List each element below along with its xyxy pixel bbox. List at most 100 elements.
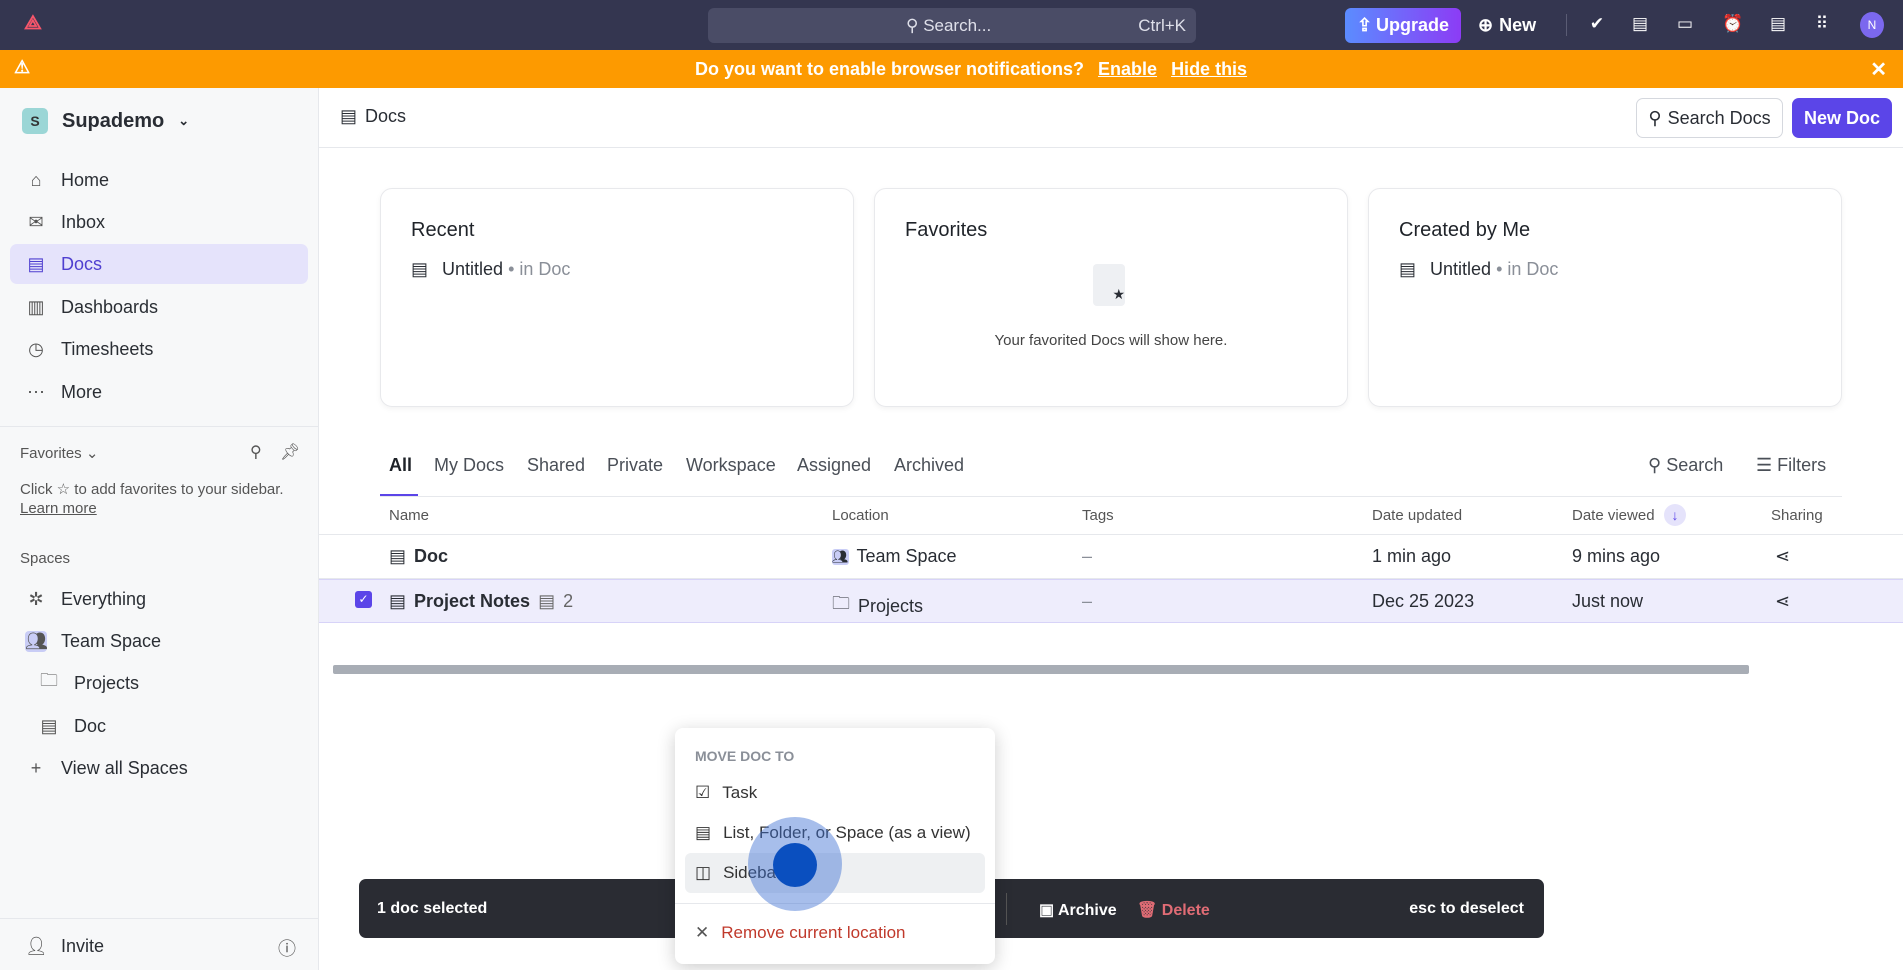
sidebar-item-more[interactable]: ⋯ More: [10, 372, 308, 412]
tab-workspace[interactable]: Workspace: [686, 455, 776, 476]
favorite-doc-icon: ★: [1093, 264, 1125, 306]
tab-private[interactable]: Private: [607, 455, 663, 476]
warning-icon: ⚠: [14, 57, 31, 77]
close-icon[interactable]: ✕: [1870, 57, 1887, 82]
esc-hint: esc to deselect: [1409, 900, 1524, 917]
sidebar-item-label: More: [61, 381, 103, 402]
menu-item-task[interactable]: ☑ Task: [685, 773, 985, 813]
workspace-switcher[interactable]: S Supademo ⌄: [22, 108, 189, 134]
sidebar-item-team-space[interactable]: 👥︎ Team Space: [10, 621, 308, 661]
chevron-down-icon: ⌄: [85, 445, 99, 462]
learn-more-link[interactable]: Learn more: [20, 500, 97, 517]
tab-all[interactable]: All: [389, 455, 412, 476]
tab-assigned[interactable]: Assigned: [797, 455, 871, 476]
hint-text: to add favorites to your sidebar.: [74, 481, 284, 498]
share-icon[interactable]: ⋖: [1775, 591, 1790, 612]
recent-card: Recent ▤ Untitled • in Doc: [380, 188, 854, 407]
clickup-logo[interactable]: ⟁: [24, 12, 44, 38]
sidebar-item-label: Inbox: [61, 211, 106, 232]
video-icon[interactable]: ▭: [1675, 14, 1695, 36]
share-icon[interactable]: ⋖: [1775, 546, 1790, 567]
more-icon: ⋯: [27, 381, 45, 402]
search-icon[interactable]: ⚲: [250, 442, 262, 462]
sidebar-item-projects[interactable]: 🗀 Projects: [10, 663, 308, 703]
archive-button[interactable]: ▣ Archive: [1039, 900, 1117, 920]
favorites-card: Favorites ★ Your favorited Docs will sho…: [874, 188, 1348, 407]
help-icon[interactable]: ⓘ: [278, 935, 296, 961]
row-checkbox[interactable]: ✓: [355, 591, 372, 608]
table-row[interactable]: ▤ Doc 👥︎ Team Space – 1 min ago 9 mins ago…: [319, 535, 1903, 579]
sidebar-item-label: Projects: [74, 672, 140, 693]
remove-location-button[interactable]: ✕ Remove current location: [685, 913, 985, 953]
doc-name[interactable]: Doc: [414, 546, 448, 567]
date-viewed: 9 mins ago: [1572, 546, 1661, 566]
tab-archived[interactable]: Archived: [894, 455, 964, 476]
sidebar-item-timesheets[interactable]: ◷ Timesheets: [10, 329, 308, 369]
notification-banner: ⚠ Do you want to enable browser notifica…: [0, 50, 1903, 88]
check-circle-icon[interactable]: ✔: [1587, 14, 1607, 36]
doc-location: • in Doc: [1496, 259, 1559, 279]
sidebar-item-label: Dashboards: [61, 296, 159, 317]
filters-label: Filters: [1777, 455, 1827, 475]
doc-icon: ▤: [411, 259, 429, 279]
new-doc-button[interactable]: New Doc: [1792, 98, 1892, 138]
doc-location[interactable]: Projects: [858, 596, 923, 617]
archive-icon: ▣: [1039, 902, 1058, 919]
sidebar-item-dashboards[interactable]: ▥ Dashboards: [10, 287, 308, 327]
table-search-button[interactable]: ⚲ Search: [1648, 455, 1723, 476]
apps-grid-icon[interactable]: ⠿: [1812, 14, 1832, 36]
home-icon: ⌂: [30, 169, 42, 190]
filters-button[interactable]: ☰ Filters: [1756, 455, 1826, 476]
column-tags[interactable]: Tags: [1082, 507, 1114, 524]
sidebar-item-everything[interactable]: ✲ Everything: [10, 579, 308, 619]
doc-title: Untitled: [442, 259, 504, 279]
column-name[interactable]: Name: [389, 507, 429, 524]
table-row[interactable]: ✓ ▤ Project Notes ▤ 2 🗀 Projects – Dec 25 20…: [319, 579, 1903, 623]
sort-desc-icon[interactable]: ↓: [1664, 504, 1686, 526]
team-icon: 👥︎: [832, 548, 849, 565]
trash-icon: 🗑︎: [1137, 902, 1162, 919]
upgrade-button[interactable]: ⇪ Upgrade: [1345, 8, 1461, 43]
favorites-header[interactable]: Favorites ⌄: [20, 444, 98, 462]
doc-icon[interactable]: ▤: [1768, 14, 1788, 36]
column-date-viewed[interactable]: Date viewed: [1572, 507, 1655, 524]
user-avatar[interactable]: N: [1860, 12, 1884, 38]
sidebar-item-docs[interactable]: ▤ Docs: [10, 244, 308, 284]
doc-location[interactable]: Team Space: [857, 546, 957, 567]
inbox-icon: ✉: [28, 211, 44, 232]
new-button[interactable]: ⊕ New: [1478, 8, 1536, 43]
delete-button[interactable]: 🗑︎ Delete: [1137, 900, 1210, 920]
column-location[interactable]: Location: [832, 507, 889, 524]
doc-name[interactable]: Project Notes: [414, 591, 530, 612]
horizontal-scrollbar[interactable]: [333, 665, 1749, 674]
team-icon: 👥︎: [25, 630, 48, 652]
column-date-updated[interactable]: Date updated: [1372, 507, 1462, 524]
tab-shared[interactable]: Shared: [527, 455, 585, 476]
doc-icon: ▤: [695, 823, 712, 842]
alarm-clock-icon[interactable]: ⏰: [1722, 14, 1743, 36]
breadcrumb-docs[interactable]: Docs: [365, 106, 406, 127]
doc-icon: ▤: [1399, 259, 1417, 279]
sidebar-item-doc[interactable]: ▤ Doc: [10, 706, 308, 746]
doc-location: • in Doc: [508, 259, 571, 279]
created-item[interactable]: ▤ Untitled • in Doc: [1399, 259, 1558, 280]
enable-link[interactable]: Enable: [1098, 59, 1157, 79]
invite-button[interactable]: 👤︎ Invite: [10, 926, 308, 966]
pin-icon[interactable]: 📌︎: [280, 442, 300, 462]
search-label: Search: [1666, 455, 1724, 475]
search-docs-button[interactable]: ⚲ Search Docs: [1636, 98, 1783, 138]
global-search[interactable]: ⚲ Search... Ctrl+K: [708, 8, 1196, 43]
everything-icon: ✲: [28, 588, 44, 609]
subpage-count: 2: [563, 591, 574, 611]
notepad-icon[interactable]: ▤: [1630, 14, 1650, 36]
banner-message: Do you want to enable browser notificati…: [695, 59, 1085, 79]
view-all-spaces[interactable]: + View all Spaces: [10, 748, 308, 788]
recent-item[interactable]: ▤ Untitled • in Doc: [411, 259, 570, 280]
menu-item-label: Remove current location: [721, 923, 906, 942]
sidebar-item-home[interactable]: ⌂ Home: [10, 160, 308, 200]
search-shortcut: Ctrl+K: [1138, 16, 1186, 35]
sidebar-item-inbox[interactable]: ✉ Inbox: [10, 202, 308, 242]
hide-link[interactable]: Hide this: [1171, 59, 1247, 79]
column-sharing[interactable]: Sharing: [1771, 507, 1823, 524]
tab-my-docs[interactable]: My Docs: [434, 455, 504, 476]
